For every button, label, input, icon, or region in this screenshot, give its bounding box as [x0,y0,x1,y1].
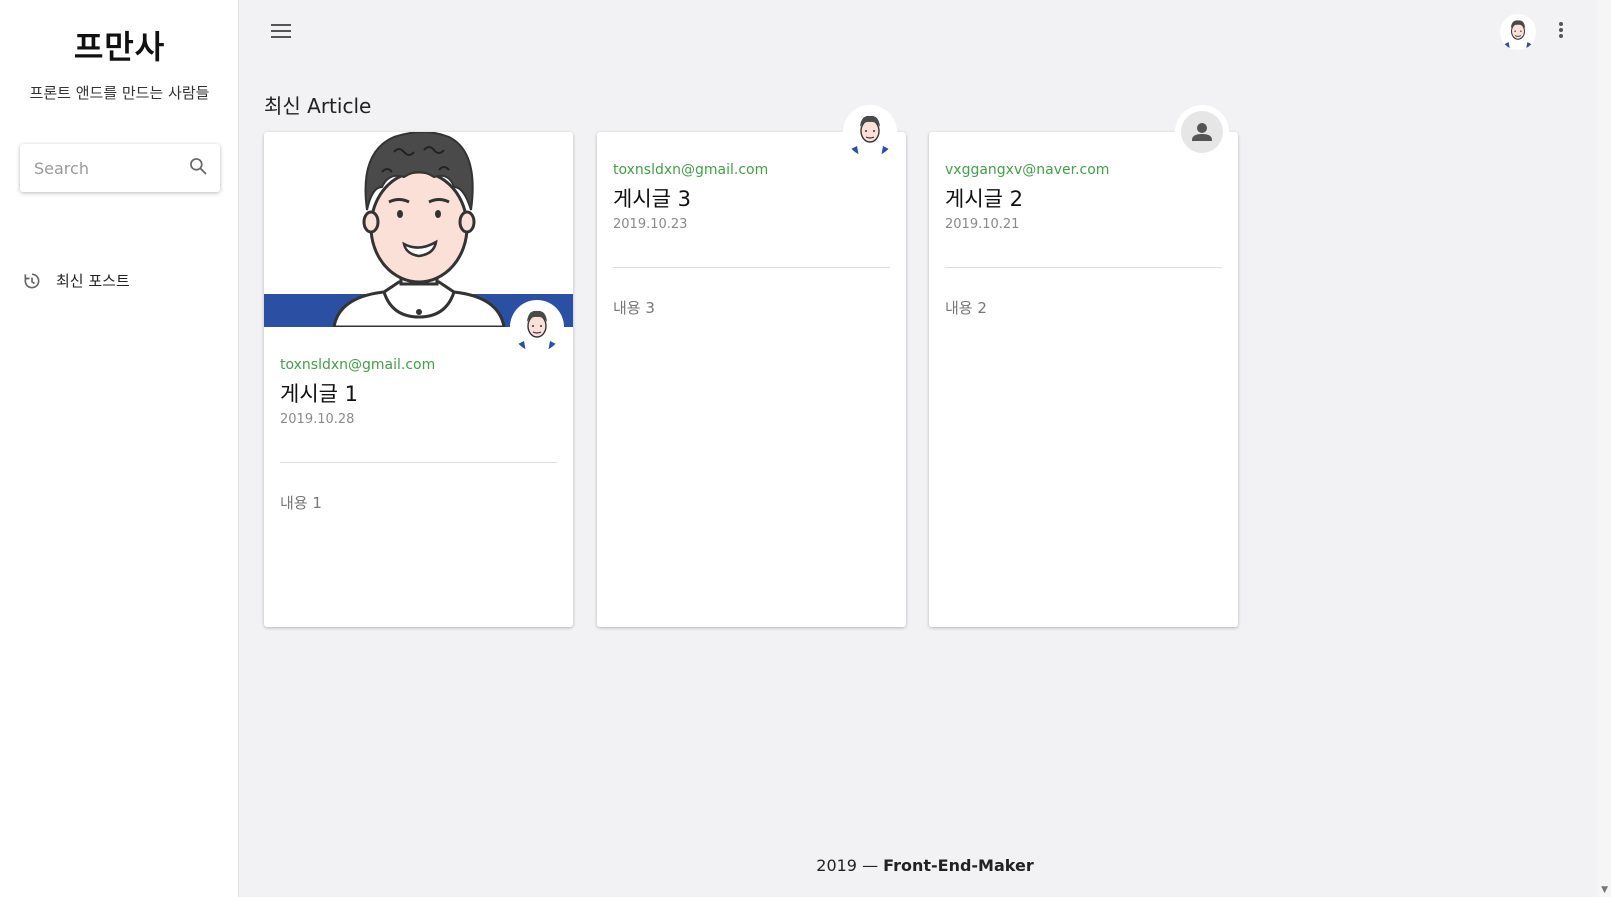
brand-subtitle: 프론트 앤드를 만드는 사람들 [29,84,210,102]
author-avatar[interactable] [845,107,895,157]
article-title[interactable]: 게시글 1 [280,378,358,408]
author-email[interactable]: toxnsldxn@gmail.com [280,357,435,373]
article-card[interactable]: toxnsldxn@gmail.com 게시글 3 2019.10.23 내용 … [597,107,906,627]
article-content: 내용 1 [280,494,322,512]
article-content: 내용 2 [945,299,987,317]
search-icon[interactable] [188,156,208,180]
sidebar: 프만사 프론트 앤드를 만드는 사람들 최신 포스트 [0,0,239,897]
article-date: 2019.10.28 [280,412,355,427]
search-input[interactable] [32,157,188,179]
sidebar-item-label: 최신 포스트 [56,272,130,290]
author-avatar[interactable] [512,302,562,352]
brand-title: 프만사 [73,28,166,66]
card-hero-image [264,132,573,327]
author-email[interactable]: vxggangxv@naver.com [945,162,1109,178]
footer-year: 2019 [816,856,857,875]
search-box [20,144,220,192]
sidebar-item-latest-posts[interactable]: 최신 포스트 [22,270,130,291]
scrollbar[interactable]: ▼ [1597,0,1611,897]
history-icon [24,273,40,288]
article-card[interactable]: toxnsldxn@gmail.com 게시글 1 2019.10.28 내용 … [264,132,573,627]
divider [945,267,1222,268]
divider [280,462,557,463]
author-email[interactable]: toxnsldxn@gmail.com [613,162,768,178]
user-avatar[interactable] [1500,14,1536,50]
footer: 2019 — Front-End-Maker [239,856,1611,875]
section-title: 최신 Article [264,94,372,118]
scroll-down-arrow-icon[interactable]: ▼ [1601,885,1608,895]
menu-icon[interactable] [270,22,292,44]
footer-separator: — [862,856,879,875]
article-title[interactable]: 게시글 2 [945,183,1023,213]
person-icon [1197,123,1207,133]
footer-name: Front-End-Maker [883,856,1034,875]
divider [613,267,890,268]
article-date: 2019.10.21 [945,217,1020,232]
author-avatar[interactable] [1177,107,1227,157]
more-vert-icon[interactable] [1558,20,1564,44]
article-date: 2019.10.23 [613,217,688,232]
article-card[interactable]: vxggangxv@naver.com 게시글 2 2019.10.21 내용 … [929,107,1238,627]
article-content: 내용 3 [613,299,655,317]
article-title[interactable]: 게시글 3 [613,183,691,213]
